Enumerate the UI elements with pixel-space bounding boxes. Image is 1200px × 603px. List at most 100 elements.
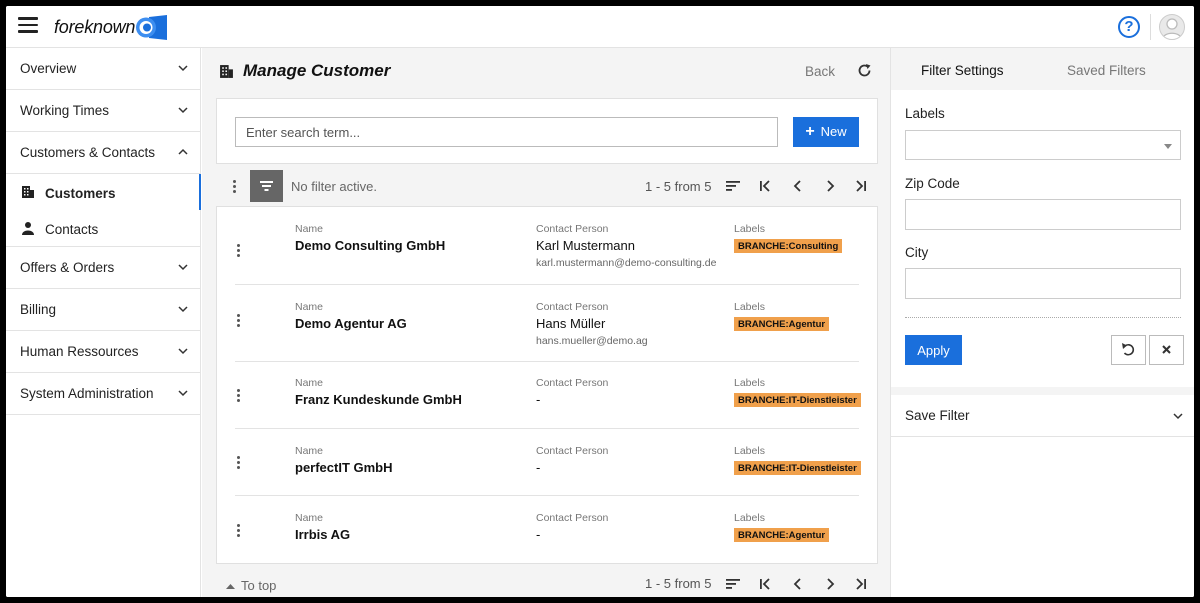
nav-group-overview[interactable]: Overview	[6, 48, 200, 90]
table-row[interactable]: Name Demo Agentur AG Contact Person Hans…	[235, 285, 859, 362]
previous-page-icon[interactable]	[791, 577, 805, 591]
person-icon	[22, 222, 34, 235]
nav-group-working-times[interactable]: Working Times	[6, 90, 200, 132]
more-options-icon[interactable]	[233, 180, 237, 194]
header-divider	[1150, 14, 1151, 40]
city-input[interactable]	[905, 268, 1181, 299]
contact-email: karl.mustermann@demo-consulting.de	[536, 257, 717, 269]
user-avatar-icon[interactable]	[1159, 14, 1185, 40]
clear-filter-button[interactable]	[1149, 335, 1184, 365]
row-menu-icon[interactable]	[237, 389, 241, 403]
previous-page-icon[interactable]	[791, 179, 805, 193]
filter-tabs: Filter Settings Saved Filters	[891, 48, 1194, 90]
nav-group-label: Offers & Orders	[20, 260, 115, 275]
sort-icon[interactable]	[726, 179, 740, 193]
page-header: Manage Customer Back	[202, 48, 890, 96]
filter-status-text: No filter active.	[291, 179, 377, 194]
table-row[interactable]: Name Demo Consulting GmbH Contact Person…	[235, 217, 859, 285]
pagination-summary: 1 - 5 from 5	[645, 576, 712, 591]
filter-toggle-button[interactable]	[250, 170, 283, 202]
main-content: Manage Customer Back + New No filter acti…	[202, 48, 890, 597]
app-logo-icon	[136, 15, 167, 40]
nav-group-human-ressources[interactable]: Human Ressources	[6, 331, 200, 373]
contact-person: -	[536, 392, 541, 407]
first-page-icon[interactable]	[758, 179, 772, 193]
search-input[interactable]	[235, 117, 778, 147]
chevron-up-icon	[178, 148, 188, 155]
zip-code-field-label: Zip Code	[905, 176, 960, 191]
chevron-down-icon	[178, 390, 188, 397]
table-row[interactable]: Name perfectIT GmbH Contact Person - Lab…	[235, 429, 861, 496]
row-menu-icon[interactable]	[237, 524, 241, 538]
customer-name: Irrbis AG	[295, 527, 351, 542]
sidebar-item-label: Contacts	[45, 222, 99, 237]
chevron-down-icon	[178, 107, 188, 114]
nav-group-label: Overview	[20, 61, 77, 76]
chevron-down-icon	[178, 65, 188, 72]
nav-submenu: Customers Contacts	[6, 174, 201, 247]
chevron-down-icon	[178, 264, 188, 271]
column-caption-labels: Labels	[734, 377, 765, 389]
to-top-link[interactable]: To top	[226, 578, 276, 593]
labels-field-label: Labels	[905, 106, 945, 121]
chevron-down-icon	[178, 348, 188, 355]
nav-group-offers-orders[interactable]: Offers & Orders	[6, 247, 200, 289]
nav-group-system-administration[interactable]: System Administration	[6, 373, 200, 415]
next-page-icon[interactable]	[823, 577, 837, 591]
city-field-label: City	[905, 245, 929, 260]
table-row[interactable]: Name Franz Kundeskunde GmbH Contact Pers…	[235, 362, 861, 429]
contact-person: Karl Mustermann	[536, 238, 635, 253]
labels-select[interactable]	[905, 130, 1181, 160]
dropdown-caret-icon	[1164, 144, 1172, 149]
row-menu-icon[interactable]	[237, 314, 241, 328]
zip-code-input[interactable]	[905, 199, 1181, 230]
nav-group-label: Working Times	[20, 103, 110, 118]
app-window: foreknown ? Overview Working Times Custo…	[6, 6, 1194, 597]
label-badge: BRANCHE:Agentur	[734, 317, 830, 331]
caret-up-icon	[226, 584, 235, 589]
list-toolbar: No filter active. 1 - 5 from 5	[216, 170, 878, 204]
chevron-down-icon	[178, 306, 188, 313]
label-badge: BRANCHE:IT-Dienstleister	[734, 461, 861, 475]
column-caption-contact: Contact Person	[536, 512, 609, 524]
last-page-icon[interactable]	[854, 577, 868, 591]
refresh-icon[interactable]	[857, 63, 872, 78]
save-filter-section[interactable]: Save Filter	[891, 395, 1194, 437]
column-caption-labels: Labels	[734, 301, 765, 313]
nav-group-label: Human Ressources	[20, 344, 139, 359]
tab-saved-filters[interactable]: Saved Filters	[1067, 63, 1146, 78]
sort-icon[interactable]	[726, 577, 740, 591]
label-badge: BRANCHE:IT-Dienstleister	[734, 393, 861, 407]
filter-form: Labels Zip Code City Apply	[891, 90, 1194, 387]
help-circle-icon[interactable]: ?	[1118, 16, 1140, 38]
column-caption-labels: Labels	[734, 512, 765, 524]
building-icon	[220, 65, 233, 78]
new-customer-button[interactable]: + New	[793, 117, 859, 147]
sidebar: Overview Working Times Customers & Conta…	[6, 48, 201, 597]
reset-filter-button[interactable]	[1111, 335, 1146, 365]
row-menu-icon[interactable]	[237, 456, 241, 470]
nav-group-billing[interactable]: Billing	[6, 289, 200, 331]
apply-filter-button[interactable]: Apply	[905, 335, 962, 365]
contact-person: -	[536, 460, 541, 475]
table-row[interactable]: Name Irrbis AG Contact Person - Labels B…	[235, 496, 859, 563]
sidebar-item-customers[interactable]: Customers	[6, 174, 201, 210]
column-caption-contact: Contact Person	[536, 223, 609, 235]
back-button[interactable]: Back	[805, 64, 835, 79]
close-icon	[1162, 345, 1171, 354]
first-page-icon[interactable]	[758, 577, 772, 591]
undo-icon	[1122, 343, 1135, 356]
form-divider	[905, 317, 1181, 318]
nav-group-customers-contacts[interactable]: Customers & Contacts	[6, 132, 200, 174]
hamburger-menu-icon[interactable]	[18, 17, 38, 35]
tab-filter-settings[interactable]: Filter Settings	[921, 63, 1004, 78]
contact-person: -	[536, 527, 541, 542]
next-page-icon[interactable]	[823, 179, 837, 193]
column-caption-name: Name	[295, 377, 324, 389]
last-page-icon[interactable]	[854, 179, 868, 193]
row-menu-icon[interactable]	[237, 244, 241, 258]
sidebar-item-contacts[interactable]: Contacts	[6, 210, 200, 246]
to-top-label: To top	[241, 578, 277, 593]
list-footer: To top 1 - 5 from 5	[216, 572, 878, 596]
filter-icon	[260, 181, 273, 191]
